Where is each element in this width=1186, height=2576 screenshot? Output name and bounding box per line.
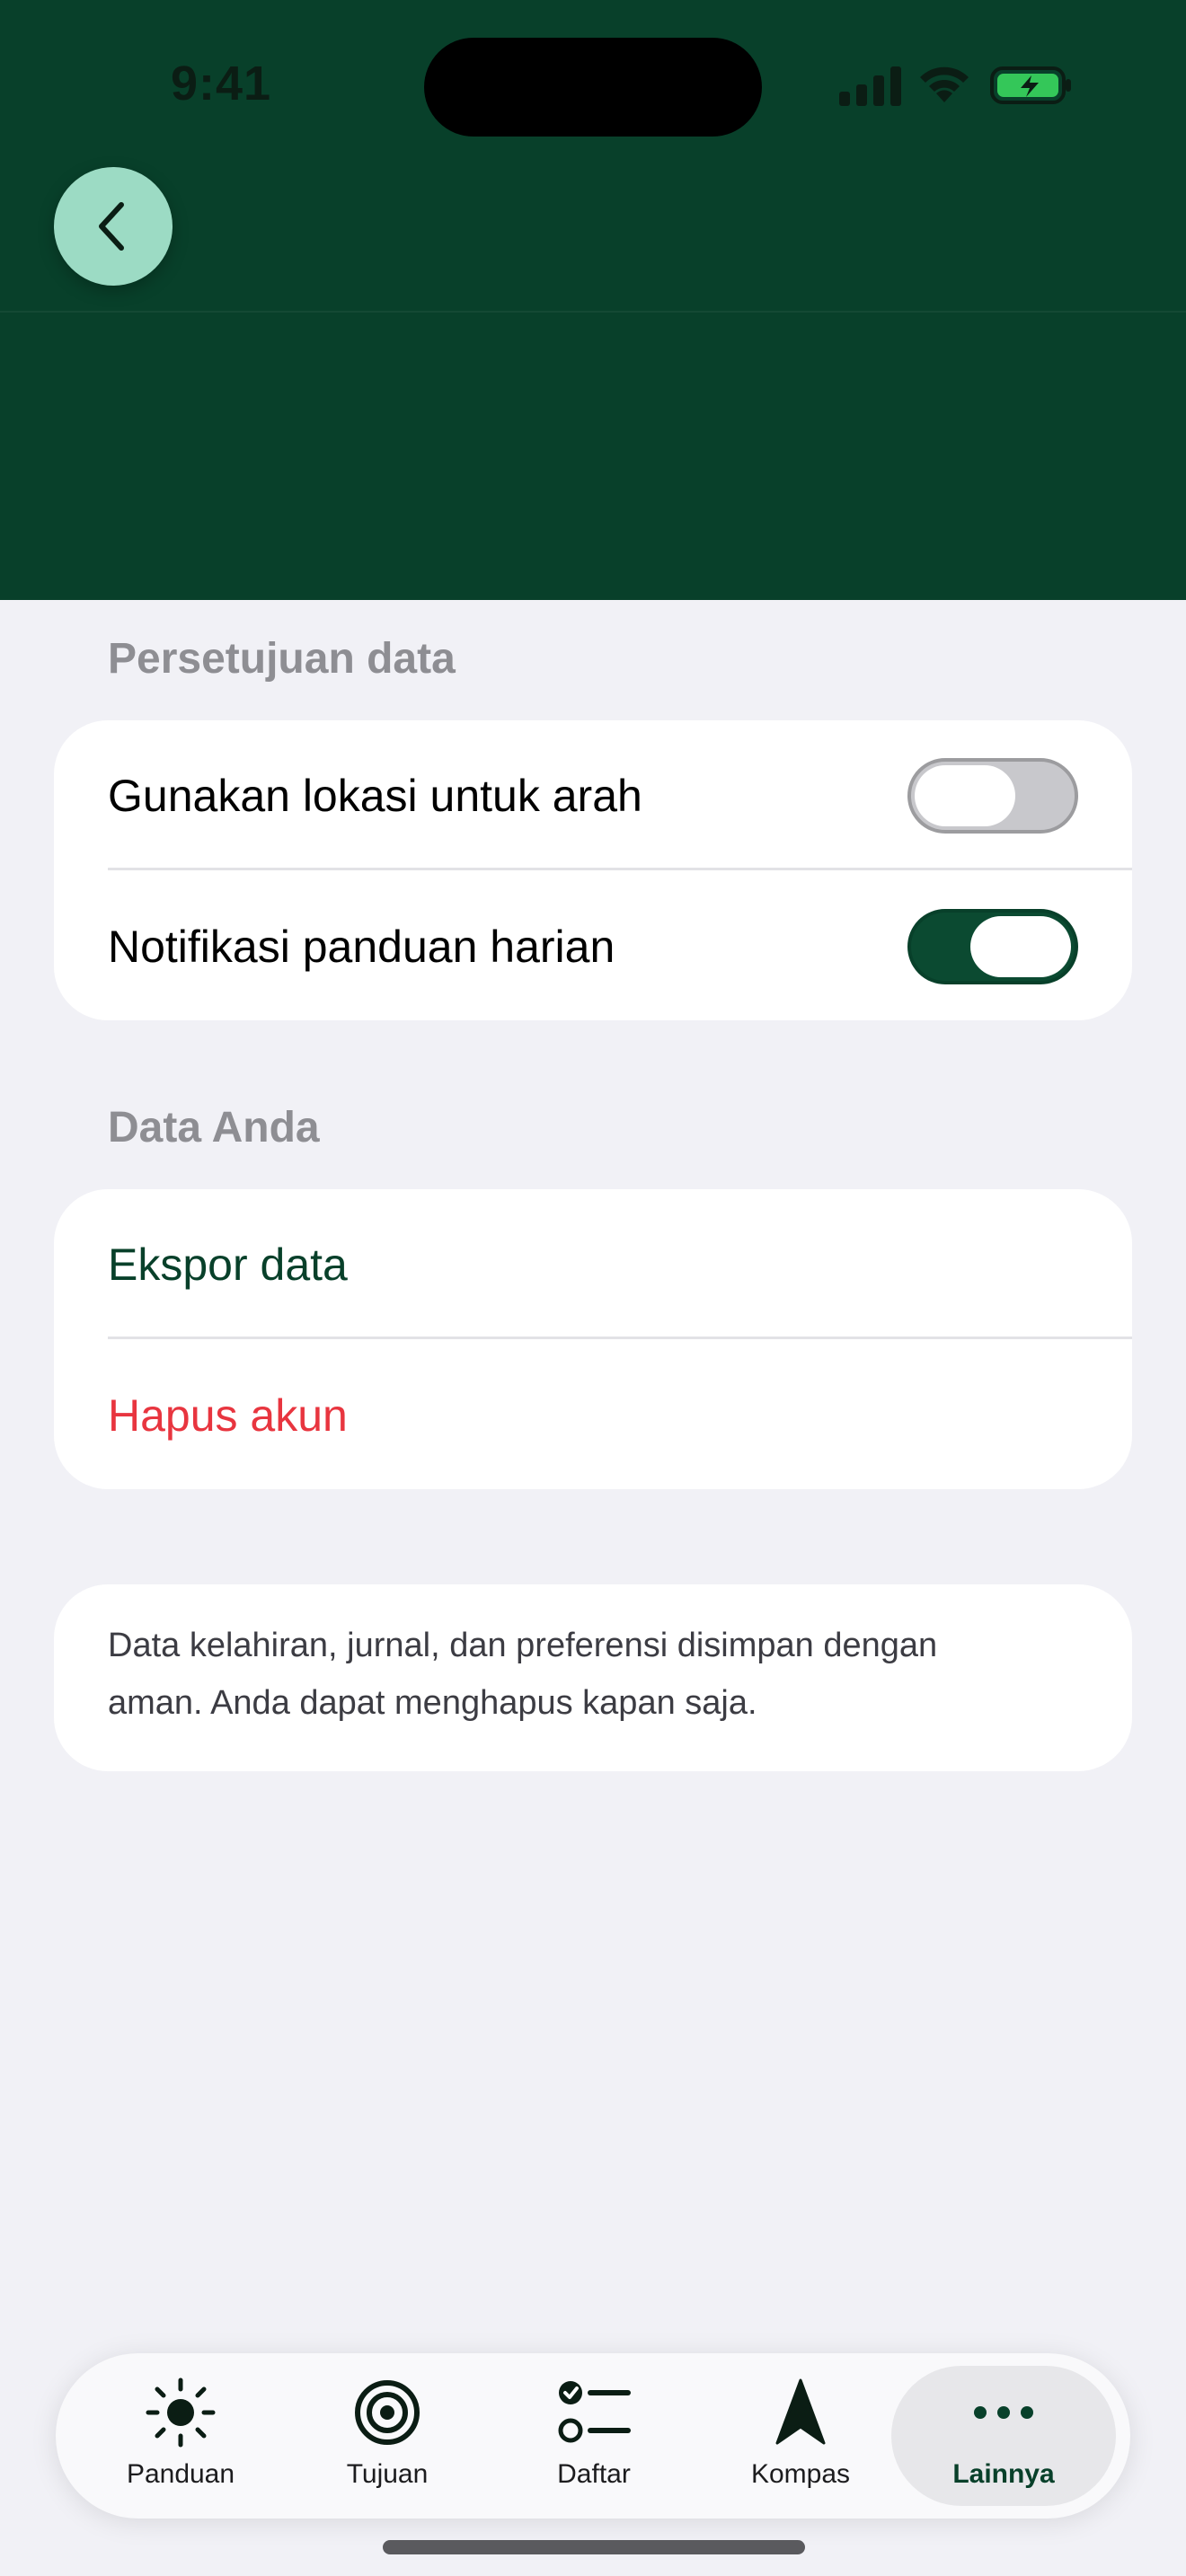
notification-toggle[interactable] <box>907 909 1078 984</box>
row-divider <box>108 868 1132 870</box>
consent-card: Gunakan lokasi untuk arah Notifikasi pan… <box>54 720 1132 1020</box>
export-data-row[interactable]: Ekspor data <box>108 1189 1078 1340</box>
chevron-left-icon <box>99 202 124 251</box>
export-data-label[interactable]: Ekspor data <box>108 1239 348 1291</box>
privacy-info-text: Data kelahiran, jurnal, dan preferensi d… <box>108 1617 1078 1732</box>
location-toggle-row: Gunakan lokasi untuk arah <box>108 720 1078 871</box>
sun-icon <box>146 2378 216 2448</box>
tab-bar: Panduan Tujuan Daftar Kompas Lainnya <box>56 2353 1130 2519</box>
target-icon <box>355 2380 420 2445</box>
cellular-signal-icon <box>839 66 901 106</box>
section-title-consent: Persetujuan data <box>108 635 456 683</box>
tab-panduan[interactable]: Panduan <box>77 2353 284 2519</box>
privacy-info-line-2: aman. Anda dapat menghapus kapan saja. <box>108 1684 757 1722</box>
wifi-icon <box>920 66 969 102</box>
tab-daftar[interactable]: Daftar <box>491 2353 697 2519</box>
tab-label: Lainnya <box>952 2459 1055 2489</box>
tab-kompas[interactable]: Kompas <box>697 2353 904 2519</box>
toggle-knob <box>915 765 1015 826</box>
status-time: 9:41 <box>171 57 272 110</box>
location-toggle-label: Gunakan lokasi untuk arah <box>108 771 642 821</box>
tab-label: Daftar <box>557 2459 631 2489</box>
tab-label: Kompas <box>750 2459 851 2489</box>
header: 9:41 <box>0 0 1186 600</box>
navigation-arrow-icon <box>775 2378 826 2445</box>
row-divider <box>108 1337 1132 1339</box>
checklist-icon <box>558 2381 631 2443</box>
dynamic-island <box>424 38 762 137</box>
section-title-your-data: Data Anda <box>108 1104 320 1151</box>
delete-account-row[interactable]: Hapus akun <box>108 1340 1078 1491</box>
tab-label: Tujuan <box>346 2459 429 2489</box>
toggle-knob <box>970 916 1071 977</box>
back-button[interactable] <box>54 167 173 286</box>
home-indicator <box>383 2540 805 2554</box>
notification-toggle-label: Notifikasi panduan harian <box>108 922 615 972</box>
delete-account-label[interactable]: Hapus akun <box>108 1389 348 1442</box>
tab-lainnya[interactable]: Lainnya <box>891 2353 1116 2519</box>
tab-label: Panduan <box>126 2459 235 2489</box>
tab-tujuan[interactable]: Tujuan <box>284 2353 491 2519</box>
battery-charging-icon <box>990 66 1071 104</box>
header-divider <box>0 311 1186 313</box>
ellipsis-icon <box>974 2406 1033 2419</box>
privacy-info-line-1: Data kelahiran, jurnal, dan preferensi d… <box>108 1627 938 1664</box>
your-data-card: Ekspor data Hapus akun <box>54 1189 1132 1489</box>
notification-toggle-row: Notifikasi panduan harian <box>108 871 1078 1022</box>
location-toggle[interactable] <box>907 758 1078 834</box>
